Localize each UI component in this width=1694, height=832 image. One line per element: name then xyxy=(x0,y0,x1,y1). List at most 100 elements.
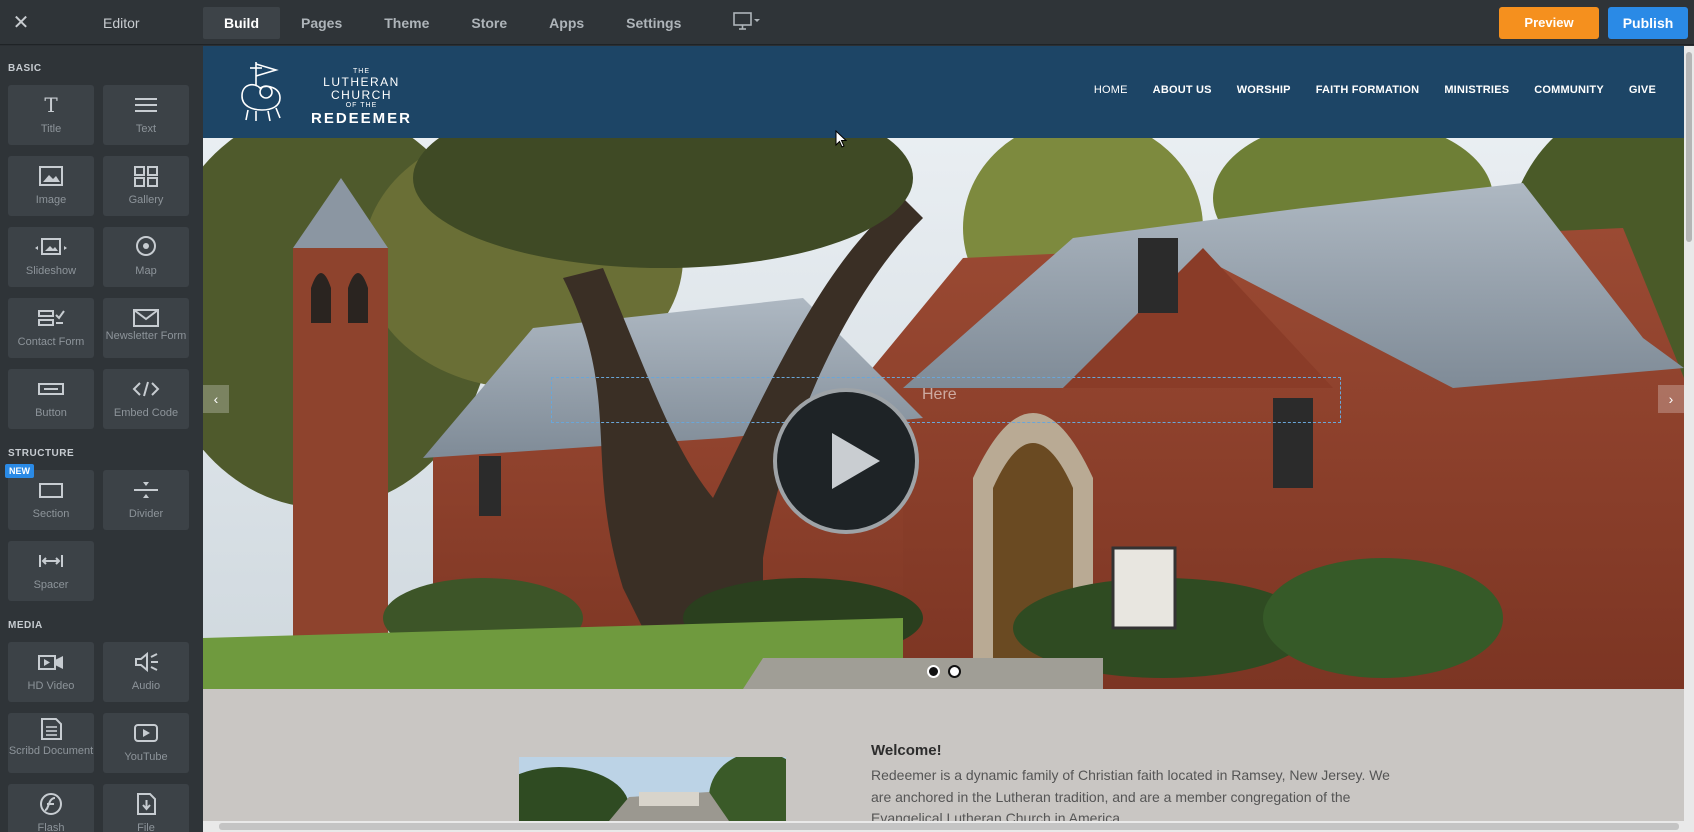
element-divider[interactable]: Divider xyxy=(103,470,189,530)
element-label: Gallery xyxy=(128,194,164,206)
logo-line-2: LUTHERAN CHURCH xyxy=(323,75,400,102)
hero-heading-editable[interactable]: Here xyxy=(551,377,1341,423)
gallery-icon xyxy=(134,166,158,187)
tab-theme[interactable]: Theme xyxy=(363,7,450,39)
youtube-icon xyxy=(134,724,158,742)
nav-community[interactable]: COMMUNITY xyxy=(1534,84,1604,96)
publish-button[interactable]: Publish xyxy=(1608,7,1688,39)
vertical-scrollbar[interactable] xyxy=(1684,46,1694,821)
file-icon xyxy=(137,793,156,815)
hero-heading-placeholder: Here xyxy=(922,386,957,403)
site-canvas: THE LUTHERAN CHURCH OF THE REDEEMER HOME… xyxy=(203,46,1684,821)
element-spacer[interactable]: Spacer xyxy=(8,541,94,601)
new-badge: NEW xyxy=(5,464,34,478)
element-label: Embed Code xyxy=(113,407,179,419)
logo-line-4: REDEEMER xyxy=(310,110,412,127)
audio-icon xyxy=(135,651,158,673)
element-hd-video[interactable]: HD Video xyxy=(8,642,94,702)
svg-text:T: T xyxy=(44,93,58,117)
editor-topbar: ✕ Editor Build Pages Theme Store Apps Se… xyxy=(0,0,1694,45)
button-icon xyxy=(38,383,64,395)
document-icon xyxy=(41,718,62,740)
element-label: Button xyxy=(35,407,67,419)
flash-icon xyxy=(40,793,62,815)
element-gallery[interactable]: Gallery xyxy=(103,156,189,216)
horizontal-scrollbar[interactable] xyxy=(203,821,1694,832)
element-label: Flash xyxy=(37,822,65,832)
spacer-icon xyxy=(39,555,63,567)
element-label: Spacer xyxy=(33,579,69,591)
lamb-logo-icon[interactable] xyxy=(232,58,290,124)
nav-ministries[interactable]: MINISTRIES xyxy=(1444,84,1509,96)
element-newsletter-form[interactable]: Newsletter Form xyxy=(103,298,189,358)
slide-prev-arrow[interactable]: ‹ xyxy=(203,385,229,413)
element-map[interactable]: Map xyxy=(103,227,189,287)
element-scribd-document[interactable]: Scribd Document xyxy=(8,713,94,773)
element-youtube[interactable]: YouTube xyxy=(103,713,189,773)
map-pin-icon xyxy=(136,236,156,256)
title-icon: T xyxy=(44,93,58,117)
contact-form-icon xyxy=(38,310,65,326)
site-header: THE LUTHERAN CHURCH OF THE REDEEMER HOME… xyxy=(203,46,1684,138)
element-embed-code[interactable]: Embed Code xyxy=(103,369,189,429)
element-image[interactable]: Image xyxy=(8,156,94,216)
nav-faith-formation[interactable]: FAITH FORMATION xyxy=(1316,84,1420,96)
divider-icon xyxy=(134,482,158,498)
editor-label: Editor xyxy=(103,15,140,31)
element-file[interactable]: File xyxy=(103,784,189,832)
element-label: Slideshow xyxy=(25,265,77,277)
element-contact-form[interactable]: Contact Form xyxy=(8,298,94,358)
element-label: File xyxy=(137,822,155,832)
tab-apps[interactable]: Apps xyxy=(528,7,605,39)
element-text[interactable]: Text xyxy=(103,85,189,145)
element-label: HD Video xyxy=(27,680,75,692)
image-icon xyxy=(39,166,63,186)
play-icon xyxy=(832,433,880,489)
element-label: Text xyxy=(135,123,157,135)
element-button[interactable]: Button xyxy=(8,369,94,429)
hero-slideshow[interactable]: ‹ › Here xyxy=(203,138,1684,689)
mouse-cursor-icon xyxy=(835,130,847,148)
tab-pages[interactable]: Pages xyxy=(280,7,363,39)
section-title-basic: BASIC xyxy=(8,63,42,74)
element-slideshow[interactable]: Slideshow xyxy=(8,227,94,287)
element-flash[interactable]: Flash xyxy=(8,784,94,832)
site-logo-text[interactable]: THE LUTHERAN CHURCH OF THE REDEEMER xyxy=(299,68,424,127)
tab-build[interactable]: Build xyxy=(203,7,280,39)
nav-about-us[interactable]: ABOUT US xyxy=(1153,84,1212,96)
element-label: Audio xyxy=(131,680,161,692)
tab-store[interactable]: Store xyxy=(450,7,528,39)
slide-next-arrow[interactable]: › xyxy=(1658,385,1684,413)
slide-dot-2[interactable] xyxy=(948,665,961,678)
element-label: Divider xyxy=(128,508,164,520)
envelope-icon xyxy=(133,309,159,327)
code-icon xyxy=(132,381,160,397)
close-icon[interactable]: ✕ xyxy=(10,12,32,34)
logo-line-3: OF THE xyxy=(345,102,378,109)
element-audio[interactable]: Audio xyxy=(103,642,189,702)
nav-give[interactable]: GIVE xyxy=(1629,84,1656,96)
slide-dot-1[interactable] xyxy=(927,665,940,678)
church-sign-thumbnail[interactable] xyxy=(519,757,786,821)
section-icon xyxy=(39,483,63,498)
video-icon xyxy=(38,655,63,670)
vertical-scroll-thumb[interactable] xyxy=(1686,52,1692,242)
element-title[interactable]: T Title xyxy=(8,85,94,145)
site-nav: HOME ABOUT US WORSHIP FAITH FORMATION MI… xyxy=(1069,84,1656,96)
preview-button[interactable]: Preview xyxy=(1499,7,1599,39)
element-label: Scribd Document xyxy=(8,745,94,757)
element-label: Image xyxy=(35,194,67,206)
element-section[interactable]: Section xyxy=(8,470,94,530)
nav-worship[interactable]: WORSHIP xyxy=(1237,84,1291,96)
slideshow-icon xyxy=(35,238,67,255)
desktop-device-icon[interactable] xyxy=(733,12,763,32)
section-title-media: MEDIA xyxy=(8,620,43,631)
play-video-button[interactable] xyxy=(773,388,919,534)
element-label: Newsletter Form xyxy=(105,330,187,342)
text-icon xyxy=(135,98,157,112)
nav-home[interactable]: HOME xyxy=(1094,84,1128,96)
welcome-body: Redeemer is a dynamic family of Christia… xyxy=(871,767,1390,821)
horizontal-scroll-thumb[interactable] xyxy=(219,823,1679,830)
welcome-title: Welcome! xyxy=(871,742,942,759)
tab-settings[interactable]: Settings xyxy=(605,7,702,39)
